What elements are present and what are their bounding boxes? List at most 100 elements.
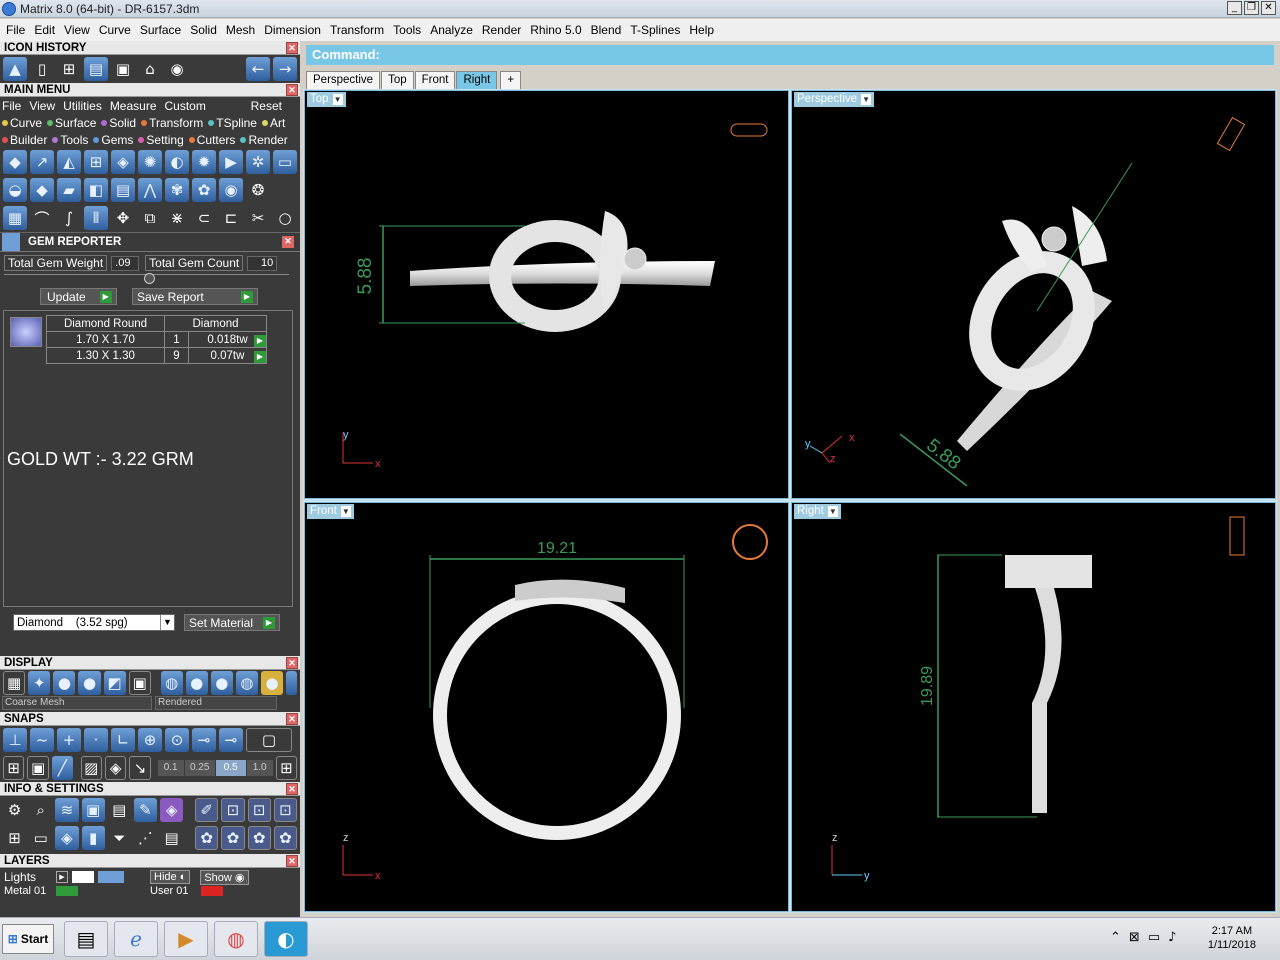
layers-icon[interactable]: ≋ [55,798,79,822]
new-file-icon[interactable]: ▯ [30,57,54,81]
array-tool-icon[interactable]: ▦ [3,206,27,230]
rendered-icon[interactable]: ● [78,671,101,695]
show-button[interactable]: Show ◉ [200,869,249,885]
grid-display-icon[interactable]: ▣ [128,671,151,695]
hide-button[interactable]: Hide ◐ [150,870,191,884]
viewport-top[interactable]: Top ▼ 5.88 y x [304,90,789,499]
menu-help[interactable]: Help [686,23,720,37]
box-icon[interactable]: ▣ [81,798,105,822]
matrix-app-icon[interactable]: ◐ [264,921,308,957]
view-cube-icon[interactable] [1229,516,1245,556]
bend-tool-icon[interactable]: ↗ [30,150,54,174]
save-icon[interactable]: ▣ [111,57,135,81]
cut-tool-icon[interactable]: ✂ [246,206,270,230]
wireframe-icon[interactable]: ▦ [3,671,26,695]
viewport-label[interactable]: Top ▼ [307,92,346,107]
forward-arrow-icon[interactable]: → [273,57,297,81]
copy-tool-icon[interactable]: ⧉ [138,206,162,230]
gold-sphere-icon[interactable]: ● [260,671,284,695]
shaded-icon[interactable]: ● [53,671,76,695]
snap-perp-icon[interactable]: ∟ [111,728,135,752]
arc-tool-icon[interactable]: ⌒ [30,206,54,230]
mm-category-transform[interactable]: Transform [141,116,203,130]
layer-color-swatch[interactable] [72,871,94,883]
layer-icon[interactable]: ▤ [84,57,108,81]
mm-custom[interactable]: Custom [165,99,206,113]
viewport-label[interactable]: Perspective ▼ [794,92,875,107]
network-icon[interactable]: ⊠ [1129,930,1140,945]
mm-category-tspline[interactable]: TSpline [208,116,257,130]
snap-center-icon[interactable]: ⊕ [138,728,162,752]
material-sphere-3-icon[interactable]: ● [210,671,233,695]
menu-tools[interactable]: Tools [390,23,427,37]
plane-tool-icon[interactable]: ◆ [3,150,27,174]
snap-value-active[interactable]: 0.5 [215,760,246,776]
paint-icon[interactable]: ◍ [214,921,258,957]
document-icon[interactable]: ▤ [160,826,184,850]
update-button[interactable]: Update ▶ [40,288,117,305]
view-cube-icon[interactable] [732,524,768,560]
snap-near-icon[interactable]: ~ [30,728,54,752]
snap-value[interactable]: 0.1 [157,760,184,776]
snap-disable-icon[interactable]: ▢ [246,728,292,752]
display-mode-select[interactable]: Rendered [155,696,277,710]
snap-mid-icon[interactable]: · [84,728,108,752]
mesh-tool-icon[interactable]: ⊞ [84,150,108,174]
mm-utilities[interactable]: Utilities [63,99,102,113]
logo-icon[interactable]: ◉ [165,57,189,81]
minimize-button[interactable]: _ [1227,1,1242,15]
halo-tool-icon[interactable]: ✲ [246,150,270,174]
snap-value[interactable]: 1.0 [246,760,273,776]
render2-icon[interactable]: ✿ [221,826,245,850]
snap-tan-icon[interactable]: ⊸ [219,728,243,752]
shape-tool-icon[interactable]: ◈ [111,150,135,174]
menu-tsplines[interactable]: T-Splines [627,23,686,37]
split-tool-icon[interactable]: ⫴ [84,206,108,230]
mm-category-cutters[interactable]: Cutters [188,133,235,147]
mm-file[interactable]: File [2,99,21,113]
view-cube-icon[interactable] [1216,116,1246,152]
ghost-icon[interactable]: ◩ [103,671,126,695]
panel-toggle-icon[interactable]: ▭ [273,150,297,174]
curve-tool-icon[interactable]: ∫ [57,206,81,230]
mm-measure[interactable]: Measure [110,99,157,113]
viewport-perspective[interactable]: Perspective ▼ 5.88 y z x [791,90,1276,499]
mm-category-tools[interactable]: Tools [52,133,88,147]
flower-tool-icon[interactable]: ✿ [192,178,216,202]
eye-snap-icon[interactable]: ◈ [104,756,127,780]
close-icon[interactable]: ✕ [286,713,298,725]
move-tool-icon[interactable]: ✥ [111,206,135,230]
expand-icon[interactable]: ▶ [56,871,68,883]
leaf-tool-icon[interactable]: ◐ [165,150,189,174]
close-icon[interactable]: ✕ [282,236,294,248]
mm-category-curve[interactable]: Curve [2,116,42,130]
surface-tool-icon[interactable]: ◭ [57,150,81,174]
render3-icon[interactable]: ✿ [247,826,271,850]
layer-color-swatch[interactable] [200,886,223,896]
export-icon[interactable]: ⊡ [221,798,245,822]
export2-icon[interactable]: ⊡ [247,798,271,822]
taper-tool-icon[interactable]: ◧ [84,178,108,202]
splitter-handle[interactable] [144,273,155,284]
material-sphere-2-icon[interactable]: ● [185,671,208,695]
pave-tool-icon[interactable]: ✺ [138,150,162,174]
back-arrow-icon[interactable]: ← [246,57,270,81]
command-line[interactable]: Command: [306,45,1274,65]
close-icon[interactable]: ✕ [286,783,298,795]
book-icon[interactable]: ▮ [81,826,105,850]
page-tool-icon[interactable]: ▤ [111,178,135,202]
snap-grid-icon[interactable]: ⊞ [275,756,298,780]
snap-quad-icon[interactable]: ⊙ [165,728,189,752]
cube-icon[interactable]: ◈ [160,798,184,822]
mm-category-setting[interactable]: Setting [138,133,184,147]
history-cone-icon[interactable]: ▲ [3,57,27,81]
hatch-snap-icon[interactable]: ▨ [80,756,102,780]
package-icon[interactable]: ◈ [55,826,79,850]
menu-blend[interactable]: Blend [588,23,628,37]
mm-category-art[interactable]: Art [261,116,285,130]
set-material-button[interactable]: Set Material ▶ [184,614,280,631]
mm-view[interactable]: View [29,99,55,113]
camera-tool-icon[interactable]: ▶ [219,150,243,174]
add-tab-button[interactable]: + [500,71,522,89]
viewport-label[interactable]: Right ▼ [794,504,841,519]
